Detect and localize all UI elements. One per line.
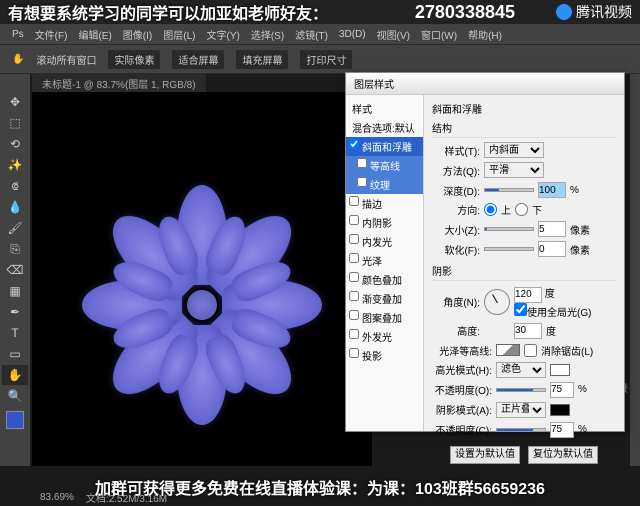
opt-print[interactable]: 打印尺寸	[300, 50, 352, 69]
altitude-input[interactable]	[514, 323, 542, 339]
style-pattern-overlay[interactable]: 图案叠加	[346, 308, 423, 327]
style-stroke[interactable]: 描边	[346, 194, 423, 213]
type-tool[interactable]: T	[2, 323, 28, 343]
highlight-mode[interactable]: 滤色	[496, 362, 546, 378]
menu-image[interactable]: 图像(I)	[119, 27, 156, 42]
qq-number: 2780338845	[415, 2, 515, 23]
hl-opac-input[interactable]	[550, 382, 574, 398]
menu-type[interactable]: 文字(Y)	[202, 27, 243, 42]
menu-layer[interactable]: 图层(L)	[159, 27, 199, 42]
styles-header[interactable]: 样式	[346, 99, 423, 118]
angle-dial[interactable]	[484, 289, 510, 315]
style-select[interactable]: 内斜面	[484, 142, 544, 158]
soft-slider[interactable]	[484, 247, 534, 251]
style-drop-shadow[interactable]: 投影	[346, 346, 423, 365]
depth-input[interactable]	[538, 182, 566, 198]
document-tab[interactable]: 未标题-1 @ 83.7%(图层 1, RGB/8)	[32, 74, 206, 92]
panel-title: 斜面和浮雕	[432, 101, 616, 116]
blend-options[interactable]: 混合选项:默认	[346, 118, 423, 137]
style-list: 样式 混合选项:默认 斜面和浮雕 等高线 纹理 描边 内阴影 内发光 光泽 颜色…	[346, 95, 424, 431]
menu-select[interactable]: 选择(S)	[247, 27, 288, 42]
doc-size: 文档:2.52M/3.16M	[86, 490, 167, 505]
dir-up[interactable]	[484, 203, 497, 216]
flower-artwork	[72, 175, 332, 435]
tencent-video-logo: 腾讯视频	[556, 2, 632, 22]
opt-actual[interactable]: 实际像素	[108, 50, 160, 69]
style-gradient-overlay[interactable]: 渐变叠加	[346, 289, 423, 308]
highlight-color[interactable]	[550, 364, 570, 376]
status-bar: 83.69% 文档:2.52M/3.16M	[32, 488, 175, 506]
options-bar: ✋ 滚动所有窗口 实际像素 适合屏幕 填充屏幕 打印尺寸	[0, 44, 640, 74]
shape-tool[interactable]: ▭	[2, 344, 28, 364]
top-banner: 有想要系统学习的同学可以加亚如老师好友： 2780338845 腾讯视频	[0, 0, 640, 24]
style-color-overlay[interactable]: 颜色叠加	[346, 270, 423, 289]
antialias-check[interactable]	[524, 344, 537, 357]
app-menu-bar: Ps 文件(F) 编辑(E) 图像(I) 图层(L) 文字(Y) 选择(S) 滤…	[0, 24, 640, 44]
style-satin[interactable]: 光泽	[346, 251, 423, 270]
right-panels	[630, 74, 640, 466]
opt-scroll[interactable]: 滚动所有窗口	[36, 52, 96, 67]
method-select[interactable]: 平滑	[484, 162, 544, 178]
menu-help[interactable]: 帮助(H)	[464, 27, 506, 42]
structure-section: 结构	[432, 120, 616, 138]
menu-filter[interactable]: 滤镜(T)	[291, 27, 332, 42]
eyedropper-tool[interactable]: 💧	[2, 197, 28, 217]
gloss-contour[interactable]	[496, 344, 520, 356]
marquee-tool[interactable]: ⬚	[2, 113, 28, 133]
set-default-button[interactable]: 设置为默认值	[450, 446, 520, 464]
style-outer-glow[interactable]: 外发光	[346, 327, 423, 346]
toolbox: ✥ ⬚ ⟲ ✨ ⟃ 💧 🖌 ⎘ ⌫ ▦ ✒ T ▭ ✋ 🔍	[0, 74, 30, 466]
dir-down[interactable]	[515, 203, 528, 216]
wand-tool[interactable]: ✨	[2, 155, 28, 175]
menu-3d[interactable]: 3D(D)	[335, 29, 370, 40]
tencent-icon	[556, 4, 572, 20]
zoom-tool[interactable]: 🔍	[2, 386, 28, 406]
shadow-mode[interactable]: 正片叠底	[496, 402, 546, 418]
menu-ps[interactable]: Ps	[8, 29, 28, 40]
depth-slider[interactable]	[484, 188, 534, 192]
pen-tool[interactable]: ✒	[2, 302, 28, 322]
crop-tool[interactable]: ⟃	[2, 176, 28, 196]
menu-view[interactable]: 视图(V)	[373, 27, 414, 42]
dialog-titlebar[interactable]: 图层样式	[346, 73, 624, 95]
style-texture[interactable]: 纹理	[346, 175, 423, 194]
promo-text: 有想要系统学习的同学可以加亚如老师好友：	[8, 0, 328, 24]
menu-edit[interactable]: 编辑(E)	[74, 27, 115, 42]
shading-section: 阴影	[432, 263, 616, 281]
lasso-tool[interactable]: ⟲	[2, 134, 28, 154]
brush-tool[interactable]: 🖌	[2, 218, 28, 238]
eraser-tool[interactable]: ⌫	[2, 260, 28, 280]
move-tool[interactable]: ✥	[2, 92, 28, 112]
shadow-color[interactable]	[550, 404, 570, 416]
opt-fill[interactable]: 填充屏幕	[236, 50, 288, 69]
gradient-tool[interactable]: ▦	[2, 281, 28, 301]
soft-input[interactable]	[538, 241, 566, 257]
style-bevel[interactable]: 斜面和浮雕	[346, 137, 423, 156]
size-input[interactable]	[538, 221, 566, 237]
stamp-tool[interactable]: ⎘	[2, 239, 28, 259]
hand-tool-icon[interactable]: ✋	[12, 54, 24, 65]
sh-opac-input[interactable]	[550, 422, 574, 438]
canvas[interactable]	[32, 92, 372, 466]
reset-default-button[interactable]: 复位为默认值	[528, 446, 598, 464]
hand-tool[interactable]: ✋	[2, 365, 28, 385]
menu-window[interactable]: 窗口(W)	[417, 27, 461, 42]
style-inner-glow[interactable]: 内发光	[346, 232, 423, 251]
menu-file[interactable]: 文件(F)	[31, 27, 72, 42]
style-inner-shadow[interactable]: 内阴影	[346, 213, 423, 232]
sh-opac-slider[interactable]	[496, 428, 546, 432]
zoom-level[interactable]: 83.69%	[40, 492, 74, 503]
global-light-check[interactable]	[514, 303, 527, 316]
settings-panel: 斜面和浮雕 结构 样式(T):内斜面 方法(Q):平滑 深度(D):% 方向:上…	[424, 95, 624, 431]
size-slider[interactable]	[484, 227, 534, 231]
layer-style-dialog: 图层样式 样式 混合选项:默认 斜面和浮雕 等高线 纹理 描边 内阴影 内发光 …	[345, 72, 625, 432]
style-contour[interactable]: 等高线	[346, 156, 423, 175]
foreground-color[interactable]	[6, 411, 24, 429]
angle-input[interactable]	[514, 287, 542, 303]
hl-opac-slider[interactable]	[496, 388, 546, 392]
opt-fit[interactable]: 适合屏幕	[172, 50, 224, 69]
